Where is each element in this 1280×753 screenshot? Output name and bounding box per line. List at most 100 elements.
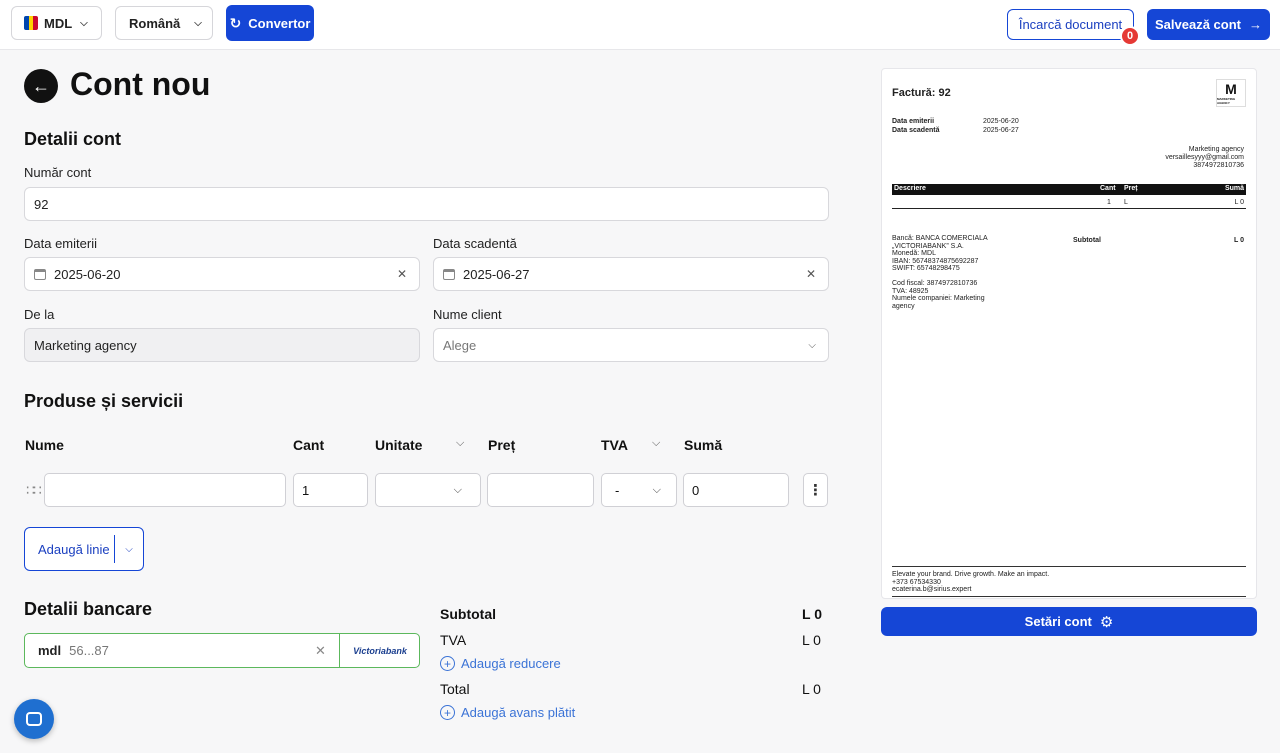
client-select[interactable]: Alege ⌵ [433,328,829,362]
preview-bank-line: Monedă: MDL [892,250,936,258]
from-label: De la [24,307,55,322]
total-label: Total [440,681,470,697]
account-number-value: 92 [34,196,49,212]
col-unit: Unitate [375,437,423,453]
currency-selector[interactable]: MDL ⌵ [11,6,102,40]
converter-button[interactable]: ↻ Convertor [226,5,314,41]
subtotal-value: L 0 [802,606,822,622]
preview-row-qty: 1 [1107,199,1111,206]
plus-circle-icon: + [440,656,455,671]
chevron-down-icon[interactable]: ⌵ [115,544,143,555]
preview-col-sum: Sumă [1224,185,1244,192]
price-input[interactable] [487,473,594,507]
upload-label: Încarcă document [1018,17,1123,32]
sum-value: 0 [692,482,700,498]
add-discount-link[interactable]: + Adaugă reducere [440,656,561,671]
currency-label: MDL [44,15,73,31]
col-price: Preț [488,437,516,453]
preview-fiscal-line: Numele companiei: Marketing [892,295,985,303]
preview-bank-info: Bancă: BANCA COMERCIALA „VICTORIABANK” S… [892,235,1012,310]
sum-input[interactable]: 0 [683,473,789,507]
product-name-input[interactable] [44,473,286,507]
products-heading: Produse și servicii [24,391,184,411]
company-email: versaillesyyy@gmail.com [1165,154,1244,161]
from-input[interactable]: Marketing agency [24,328,420,362]
quantity-input[interactable]: 1 [293,473,368,507]
chevron-down-icon: ⌵ [194,17,202,29]
col-name: Nume [25,437,64,453]
vat-total-value: L 0 [802,632,821,648]
refresh-icon: ↻ [229,14,242,31]
arrow-right-icon: → [1249,17,1262,32]
bank-currency: mdl [38,643,62,658]
preview-footer-line: Elevate your brand. Drive growth. Make a… [892,571,1050,578]
preview-col-price: Preț [1124,185,1138,192]
drag-handle-icon[interactable]: ∷∷ [26,482,42,499]
chevron-down-icon: ⌵ [80,17,88,29]
preview-issue-value: 2025-06-20 [983,118,1019,125]
account-number-label: Număr cont [24,165,92,180]
preview-bank-line: SWIFT: 65748298475 [892,265,960,273]
upload-document-button[interactable]: Încarcă document [1007,9,1134,40]
victoriabank-logo: Victoriabank [339,634,420,667]
save-label: Salvează cont [1155,17,1241,32]
page-title: Cont nou [70,66,211,102]
clear-icon[interactable]: ✕ [806,267,816,281]
account-number-input[interactable]: 92 [24,187,829,221]
logo-letter: M [1225,81,1237,97]
save-account-button[interactable]: Salvează cont → [1147,9,1270,40]
preview-bank-line: Bancă: BANCA COMERCIALA [892,235,988,242]
language-selector[interactable]: Română ⌵ [115,6,213,40]
col-sum: Sumă [684,437,723,453]
col-vat: TVA [601,437,628,453]
due-date-input[interactable]: 2025-06-27 ✕ [433,257,829,291]
preview-bottom-divider [892,596,1246,597]
clear-icon[interactable]: ✕ [315,643,326,659]
chat-icon [26,712,42,726]
vat-column-chevron-icon[interactable]: ⌵ [652,437,660,450]
issue-date-input[interactable]: 2025-06-20 ✕ [24,257,420,291]
company-code: 3874972810736 [1193,162,1244,169]
chevron-down-icon: ⌵ [652,483,661,496]
account-details-heading: Detalii cont [24,129,122,149]
back-button[interactable]: ← [24,69,58,103]
preview-bank-line: „VICTORIABANK” S.A. [892,242,964,250]
vat-select[interactable]: - ⌵ [601,473,677,507]
add-advance-link[interactable]: + Adaugă avans plătit [440,705,575,720]
bank-account-selector[interactable]: mdl 56...87 ✕ Victoriabank [24,633,420,668]
preview-bank-line: IBAN: 56748374875692287 [892,257,979,265]
chevron-down-icon: ⌵ [453,483,462,496]
row-more-options-icon[interactable]: ⋮ [803,473,828,507]
calendar-icon [443,268,455,280]
issue-date-label: Data emiterii [24,236,97,251]
chat-launcher-button[interactable] [14,699,54,739]
account-settings-button[interactable]: Setări cont ⚙ [881,607,1257,636]
calendar-icon [34,268,46,280]
client-placeholder: Alege [443,337,477,353]
total-value: L 0 [802,681,821,697]
gear-icon: ⚙ [1099,613,1114,631]
preview-fiscal-line: TVA: 48925 [892,287,929,295]
preview-footer-line: +373 67534330 [892,578,941,586]
account-settings-label: Setări cont [1024,614,1092,629]
preview-due-value: 2025-06-27 [983,127,1019,134]
plus-circle-icon: + [440,705,455,720]
add-line-button[interactable]: Adaugă linie ⌵ [24,527,144,571]
vat-total-label: TVA [440,632,467,648]
add-advance-label: Adaugă avans plătit [461,705,576,720]
from-value: Marketing agency [34,337,137,353]
due-date-value: 2025-06-27 [463,266,530,282]
add-line-label: Adaugă linie [38,541,110,557]
preview-subtotal-label: Subtotal [1073,237,1101,244]
preview-col-qty: Cant [1100,185,1116,192]
due-date-label: Data scadentă [433,236,517,251]
preview-due-label: Data scadentă [892,127,940,134]
unit-column-chevron-icon[interactable]: ⌵ [456,437,464,450]
unit-select[interactable]: ⌵ [375,473,481,507]
add-discount-label: Adaugă reducere [461,656,561,671]
preview-company-info: Marketing agency versaillesyyy@gmail.com… [1165,146,1244,170]
invoice-preview: Factură: 92 M MARKETING AGENCY Data emit… [881,68,1257,599]
quantity-value: 1 [302,482,310,498]
clear-icon[interactable]: ✕ [397,267,407,281]
subtotal-label: Subtotal [440,606,496,622]
